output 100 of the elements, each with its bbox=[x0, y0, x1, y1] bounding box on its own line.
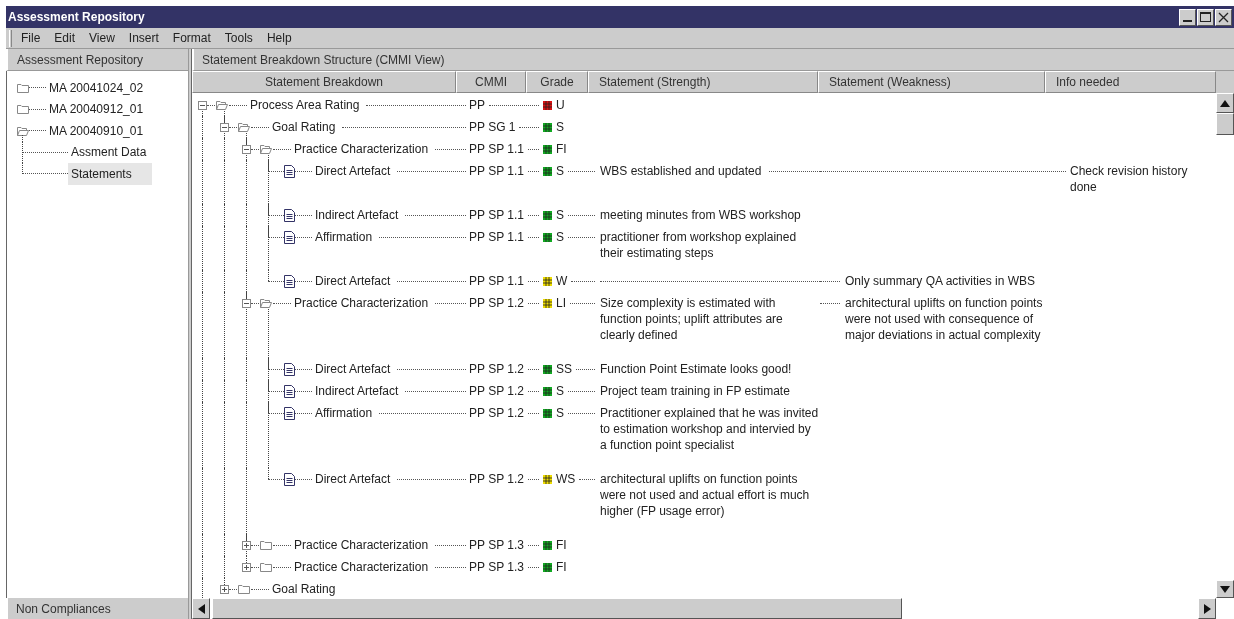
document-icon bbox=[284, 385, 295, 398]
document-icon bbox=[284, 407, 295, 420]
tree-item[interactable]: MA 20040910_01 bbox=[49, 121, 144, 140]
column-header[interactable]: Statement (Strength) bbox=[588, 71, 818, 93]
tree-item[interactable]: MA 20041024_02 bbox=[49, 78, 144, 97]
grade-label: S bbox=[556, 207, 564, 223]
tree-item[interactable]: MA 20040912_01 bbox=[49, 100, 144, 119]
leader-line bbox=[295, 215, 312, 216]
close-button[interactable] bbox=[1215, 8, 1232, 26]
leader-line bbox=[568, 215, 595, 216]
tree-item[interactable]: Statements bbox=[68, 162, 152, 185]
leader-line bbox=[29, 130, 46, 132]
expand-icon[interactable] bbox=[220, 585, 229, 594]
menu-item[interactable]: Tools bbox=[217, 29, 260, 47]
collapse-icon[interactable] bbox=[198, 101, 207, 110]
menu-item[interactable]: View bbox=[82, 29, 122, 47]
strength-text: Function Point Estimate looks good! bbox=[600, 361, 792, 377]
document-icon bbox=[284, 231, 295, 244]
vertical-scrollbar[interactable] bbox=[1216, 93, 1234, 598]
tree-node-label[interactable]: Practice Characterization bbox=[294, 141, 429, 157]
leader-line bbox=[29, 87, 46, 89]
column-header[interactable]: Statement Breakdown bbox=[192, 71, 456, 93]
grade-label: FI bbox=[556, 559, 567, 575]
panel-footer[interactable]: Non Compliances bbox=[6, 598, 188, 619]
tree-item[interactable]: Assment Data bbox=[68, 141, 152, 164]
leader-line bbox=[489, 105, 539, 106]
column-header[interactable]: Grade bbox=[526, 71, 588, 93]
cmmi-code: PP bbox=[469, 97, 485, 113]
cmmi-code: PP SP 1.1 bbox=[469, 229, 524, 245]
leader-line bbox=[527, 281, 539, 282]
leader-line bbox=[570, 303, 595, 304]
minimize-icon bbox=[1183, 19, 1192, 23]
leader-line bbox=[405, 215, 466, 216]
collapse-icon[interactable] bbox=[242, 145, 251, 154]
tree-node-label[interactable]: Direct Artefact bbox=[315, 471, 391, 487]
leader-line bbox=[295, 479, 312, 480]
cmmi-code: PP SG 1 bbox=[469, 119, 516, 135]
tree-node-label[interactable]: Affirmation bbox=[315, 229, 373, 245]
leader-line bbox=[527, 237, 539, 238]
tree-node-label[interactable]: Goal Rating bbox=[272, 119, 336, 135]
tree-node-label[interactable]: Direct Artefact bbox=[315, 361, 391, 377]
leader-line bbox=[527, 149, 539, 150]
scroll-up-button[interactable] bbox=[1216, 93, 1234, 113]
scroll-right-button[interactable] bbox=[1198, 598, 1216, 619]
grade-label: S bbox=[556, 119, 564, 135]
leader-line bbox=[295, 413, 312, 414]
tree-node-label[interactable]: Goal Rating bbox=[272, 581, 336, 597]
leader-line bbox=[568, 237, 595, 238]
cmmi-code: PP SP 1.1 bbox=[469, 141, 524, 157]
expand-icon[interactable] bbox=[242, 563, 251, 572]
strength-text: practitioner from workshop explained their estimating steps bbox=[600, 229, 798, 261]
column-header[interactable]: Info needed bbox=[1045, 71, 1216, 93]
scroll-thumb[interactable] bbox=[212, 598, 902, 619]
menu-item[interactable]: Edit bbox=[47, 29, 83, 47]
strength-text: WBS established and updated bbox=[600, 163, 762, 179]
scroll-down-button[interactable] bbox=[1216, 580, 1234, 598]
maximize-icon bbox=[1200, 12, 1211, 22]
document-icon bbox=[284, 275, 295, 288]
tree-node-label[interactable]: Process Area Rating bbox=[250, 97, 360, 113]
menu-item[interactable]: Help bbox=[259, 29, 299, 47]
tree-node-label[interactable]: Practice Characterization bbox=[294, 537, 429, 553]
leader-line bbox=[397, 171, 466, 172]
tree-node-label[interactable]: Direct Artefact bbox=[315, 273, 391, 289]
expand-icon[interactable] bbox=[242, 541, 251, 550]
leader-line bbox=[435, 545, 466, 546]
window-title: Assessment Repository bbox=[8, 9, 145, 26]
tree-node-label[interactable]: Indirect Artefact bbox=[315, 383, 399, 399]
scroll-left-button[interactable] bbox=[192, 598, 210, 619]
leader-line bbox=[527, 545, 539, 546]
minimize-button[interactable] bbox=[1179, 8, 1196, 26]
collapse-icon[interactable] bbox=[220, 123, 229, 132]
collapse-icon[interactable] bbox=[242, 299, 251, 308]
document-icon bbox=[284, 165, 295, 178]
tree-node-label[interactable]: Direct Artefact bbox=[315, 163, 391, 179]
open-folder-icon bbox=[216, 100, 228, 110]
folder-icon bbox=[260, 562, 272, 572]
leader-line bbox=[251, 567, 259, 568]
tree-node-label[interactable]: Practice Characterization bbox=[294, 295, 429, 311]
strength-text: Size complexity is estimated with function points; uplift attributes are clearly defined bbox=[600, 295, 784, 343]
tree-node-label[interactable]: Practice Characterization bbox=[294, 559, 429, 575]
maximize-button[interactable] bbox=[1197, 8, 1214, 26]
leader-line bbox=[527, 171, 539, 172]
leader-line bbox=[568, 391, 595, 392]
menu-item[interactable]: File bbox=[14, 29, 48, 47]
cmmi-code: PP SP 1.2 bbox=[469, 361, 524, 377]
column-header[interactable]: Statement (Weakness) bbox=[818, 71, 1045, 93]
leader-line bbox=[273, 567, 291, 568]
tree-node-label[interactable]: Indirect Artefact bbox=[315, 207, 399, 223]
column-header[interactable]: CMMI bbox=[456, 71, 526, 93]
open-folder-icon bbox=[238, 122, 250, 132]
menu-item[interactable]: Format bbox=[165, 29, 218, 47]
scroll-thumb[interactable] bbox=[1216, 113, 1234, 135]
leader-line bbox=[295, 281, 312, 282]
leader-line bbox=[397, 369, 466, 370]
leader-line bbox=[251, 149, 259, 150]
cmmi-code: PP SP 1.2 bbox=[469, 405, 524, 421]
tree-node-label[interactable]: Affirmation bbox=[315, 405, 373, 421]
strength-text: Practitioner explained that he was invited to estimation workshop and intervied by a function point specialist bbox=[600, 405, 820, 453]
menu-item[interactable]: Insert bbox=[121, 29, 166, 47]
document-icon bbox=[284, 209, 295, 222]
